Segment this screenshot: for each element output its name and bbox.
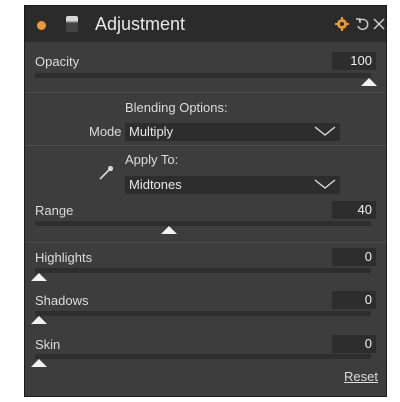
status-dot-icon[interactable] [37, 21, 46, 30]
skin-label: Skin [35, 337, 61, 352]
divider [25, 242, 386, 243]
highlights-slider-handle[interactable] [31, 273, 47, 281]
undo-icon[interactable] [355, 17, 369, 31]
range-label: Range [35, 203, 74, 218]
range-slider-handle[interactable] [161, 226, 177, 234]
opacity-slider-track[interactable] [35, 73, 371, 78]
highlights-label: Highlights [35, 250, 93, 265]
mode-select[interactable]: Multiply [125, 123, 340, 141]
mode-select-value: Multiply [129, 124, 174, 139]
chevron-down-icon [314, 179, 336, 189]
range-slider-track[interactable] [35, 221, 371, 226]
shadows-value-field[interactable]: 0 [332, 291, 376, 309]
opacity-slider-handle[interactable] [361, 78, 377, 86]
skin-slider-track[interactable] [35, 354, 371, 359]
reset-link[interactable]: Reset [344, 369, 378, 384]
apply-to-label: Apply To: [125, 152, 179, 167]
shadows-slider-handle[interactable] [31, 316, 47, 324]
mode-label: Mode [89, 124, 122, 139]
apply-to-select[interactable]: Midtones [125, 176, 340, 194]
panel-header: Adjustment [25, 6, 386, 42]
chevron-down-icon [314, 126, 336, 136]
close-icon[interactable] [372, 17, 386, 31]
skin-value-field[interactable]: 0 [332, 335, 376, 353]
skin-slider-handle[interactable] [31, 359, 47, 367]
divider [25, 92, 386, 93]
shadows-label: Shadows [35, 293, 89, 308]
shadows-slider-track[interactable] [35, 311, 371, 316]
divider [25, 145, 386, 146]
highlights-slider-track[interactable] [35, 268, 371, 273]
range-value-field[interactable]: 40 [332, 201, 376, 219]
apply-to-select-value: Midtones [129, 177, 182, 192]
panel-title: Adjustment [95, 14, 186, 34]
gear-icon[interactable] [335, 17, 349, 31]
layer-thumbnail-icon [66, 16, 78, 32]
eyedropper-icon[interactable] [97, 164, 115, 182]
opacity-label: Opacity [35, 54, 80, 69]
opacity-value-field[interactable]: 100 [332, 52, 376, 70]
adjustment-panel: Adjustment Opacity 100 Blending Options:… [24, 5, 387, 397]
highlights-value-field[interactable]: 0 [332, 248, 376, 266]
blending-options-heading: Blending Options: [125, 100, 228, 115]
